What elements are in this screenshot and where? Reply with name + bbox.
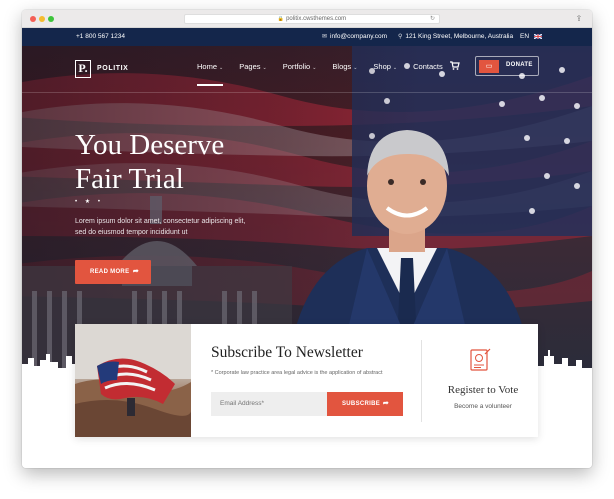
arrow-right-icon: ➦ [382,400,389,407]
nav-item-home-label: Home [197,62,218,71]
flag-photo [75,324,191,437]
browser-window: 🔒 politix.cwsthemes.com ↻ ⇪ +1 800 567 12… [22,10,592,468]
browser-chrome: 🔒 politix.cwsthemes.com ↻ ⇪ [22,10,592,28]
read-more-label: READ MORE [90,269,130,275]
nav-item-blogs[interactable]: Blogs ⌄ [332,62,357,71]
lock-icon: 🔒 [277,16,285,22]
language-switcher[interactable]: EN [520,33,543,40]
subscribe-button[interactable]: SUBSCRIBE ➦ [327,392,403,416]
email-input[interactable] [211,392,327,416]
nav-divider [22,92,592,93]
newsletter-note: * Corporate law practice area legal advi… [211,370,383,376]
email-contact-text: info@company.com [330,33,388,40]
logo-text[interactable]: POLITIX [97,65,128,72]
hero-headline-line2: Fair Trial [75,163,184,195]
chevron-down-icon: ⌄ [312,65,317,71]
donate-card-icon: ▭ [479,60,499,73]
office-address: ⚲ 121 King Street, Melbourne, Australia [398,33,513,40]
hero-headline-line1: You Deserve [75,129,225,161]
nav-item-blogs-label: Blogs [332,62,352,71]
uk-flag-icon [533,33,543,40]
language-label: EN [520,33,530,40]
register-to-vote-link[interactable]: Register to Vote [438,384,528,396]
nav-menu: Home ⌄ Pages ⌄ Portfolio ⌄ Blogs ⌄ Shop ⌄ Con… [197,62,459,86]
chevron-down-icon: ⌄ [392,65,398,71]
subscribe-label: SUBSCRIBE [342,401,381,407]
newsletter-title: Subscribe To Newsletter [211,344,363,361]
minimize-window-dot[interactable] [39,16,45,22]
email-contact[interactable]: ✉ info@company.com [322,33,387,40]
chevron-down-icon: ⌄ [219,65,224,71]
arrow-right-icon: ➦ [132,268,139,275]
hero-stars-ornament: • ★ • [75,199,103,205]
donate-button[interactable]: ▭ DONATE [475,56,539,76]
share-icon[interactable]: ⇪ [574,13,584,24]
phone-number[interactable]: +1 800 567 1234 [76,33,125,40]
logo-mark[interactable]: P. [75,60,91,78]
address-bar-url: politix.cwsthemes.com [286,16,347,22]
nav-item-home[interactable]: Home ⌄ [197,62,224,86]
volunteer-text: Become a volunteer [454,403,512,410]
close-window-dot[interactable] [30,16,36,22]
chevron-down-icon: ⌄ [353,65,358,71]
hero-lead-text: Lorem ipsum dolor sit amet, consectetur … [75,218,246,236]
nav-item-contacts[interactable]: Contacts [413,62,443,71]
newsletter-card: Subscribe To Newsletter * Corporate law … [75,324,538,437]
nav-item-portfolio[interactable]: Portfolio ⌄ [283,62,317,71]
nav-item-shop[interactable]: Shop ⌄ [373,62,397,71]
nav-item-contacts-label: Contacts [413,62,443,71]
card-divider [421,340,422,422]
ballot-icon [470,348,491,371]
donate-label: DONATE [506,62,533,68]
office-address-text: 121 King Street, Melbourne, Australia [405,33,514,40]
reload-icon[interactable]: ↻ [430,15,435,24]
location-pin-icon: ⚲ [398,34,403,40]
hero-headline: You Deserve Fair Trial [75,128,224,196]
nav-item-shop-label: Shop [373,62,391,71]
cart-icon[interactable] [450,61,460,70]
person-with-flag-image [75,324,191,437]
envelope-icon: ✉ [322,34,328,40]
chevron-down-icon: ⌄ [262,65,267,71]
nav-item-pages[interactable]: Pages ⌄ [239,62,266,71]
nav-item-portfolio-label: Portfolio [282,62,311,71]
maximize-window-dot[interactable] [48,16,54,22]
read-more-button[interactable]: READ MORE ➦ [75,260,151,284]
nav-item-pages-label: Pages [239,62,261,71]
main-navigation: P. POLITIX Home ⌄ Pages ⌄ Portfolio ⌄ Blogs… [22,46,592,92]
top-info-bar: +1 800 567 1234 ✉ info@company.com ⚲ 121 K… [22,28,592,46]
address-bar[interactable]: 🔒 politix.cwsthemes.com ↻ [184,14,440,24]
